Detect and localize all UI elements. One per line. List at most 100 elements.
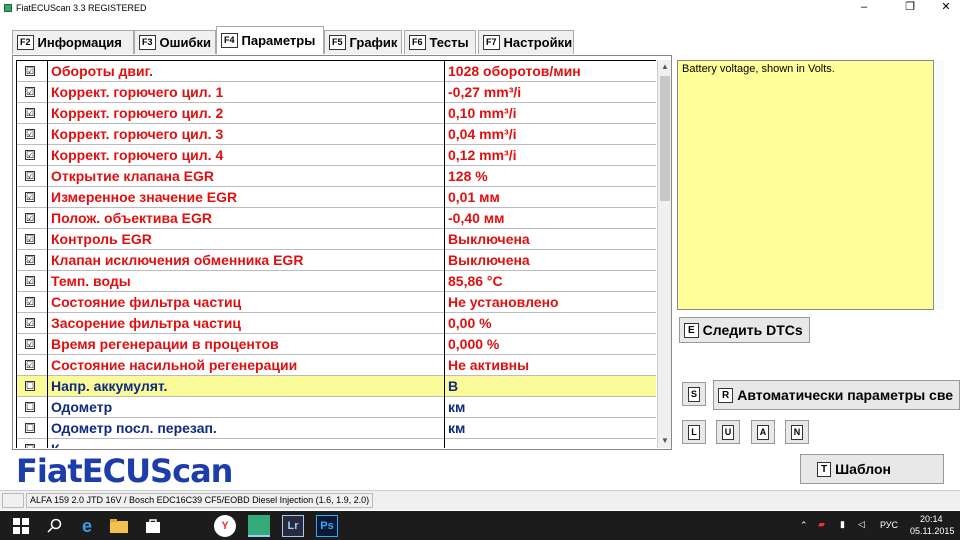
row-checkbox[interactable]: ☐ <box>25 381 35 391</box>
search-icon[interactable] <box>44 515 66 537</box>
tab-settings[interactable]: F7 Настройки <box>478 30 574 54</box>
store-icon[interactable] <box>142 515 164 537</box>
description-scrollbar[interactable] <box>934 60 944 310</box>
tray-chevron-icon[interactable]: ⌃ <box>800 520 808 531</box>
table-row[interactable]: ☑ Обороты двиг. 1028 оборотов/мин <box>17 61 656 82</box>
network-icon[interactable]: ▮ <box>840 519 845 530</box>
parameter-name: Одометр посл. перезап. <box>47 418 444 439</box>
scroll-thumb[interactable] <box>660 76 670 201</box>
fiatecuscan-icon[interactable] <box>248 515 270 537</box>
row-checkbox[interactable]: ☑ <box>25 192 35 202</box>
tab-label: Ошибки <box>159 35 211 50</box>
maximize-button[interactable]: ❐ <box>896 0 924 17</box>
parameter-value: 0,04 mm³/i <box>444 124 656 145</box>
tray-alert-icon[interactable]: ▰ <box>818 519 825 530</box>
row-checkbox[interactable]: ☑ <box>25 276 35 286</box>
s-button[interactable]: S <box>682 382 706 406</box>
language-indicator[interactable]: РУС <box>880 520 898 530</box>
windows-icon[interactable] <box>10 515 32 537</box>
row-checkbox[interactable]: ☑ <box>25 255 35 265</box>
row-checkbox[interactable]: ☑ <box>25 129 35 139</box>
row-checkbox[interactable]: ☑ <box>25 108 35 118</box>
row-checkbox[interactable]: ☑ <box>25 150 35 160</box>
button-key: A <box>756 424 770 440</box>
row-checkbox[interactable]: ☑ <box>25 87 35 97</box>
n-button[interactable]: N <box>785 420 809 444</box>
explorer-icon[interactable] <box>108 515 130 537</box>
row-checkbox[interactable]: ☐ <box>25 423 35 433</box>
table-row[interactable]: ☑ Контроль EGR Выключена <box>17 229 656 250</box>
clock-date[interactable]: 05.11.2015 <box>910 526 954 536</box>
lightroom-icon[interactable]: Lr <box>282 515 304 537</box>
a-button[interactable]: A <box>751 420 775 444</box>
template-button[interactable]: T Шаблон <box>800 454 944 484</box>
table-row[interactable]: ☐К <box>17 439 656 448</box>
button-key: S <box>687 386 700 402</box>
table-row[interactable]: ☑ Коррект. горючего цил. 3 0,04 mm³/i <box>17 124 656 145</box>
row-checkbox[interactable]: ☑ <box>25 234 35 244</box>
tab-info[interactable]: F2 Информация <box>12 30 134 54</box>
row-checkbox[interactable]: ☑ <box>25 297 35 307</box>
description-box: Battery voltage, shown in Volts. <box>677 60 934 310</box>
button-label: Автоматически параметры све <box>737 387 954 403</box>
table-row[interactable]: ☑ Клапан исключения обменника EGR Выключен… <box>17 250 656 271</box>
grid-scrollbar[interactable]: ▲ ▼ <box>657 60 671 448</box>
row-checkbox[interactable]: ☑ <box>25 213 35 223</box>
tab-parameters[interactable]: F4 Параметры <box>216 26 324 54</box>
photoshop-icon[interactable]: Ps <box>316 515 338 537</box>
parameter-value: 1028 оборотов/мин <box>444 61 656 82</box>
parameter-value: Не активны <box>444 355 656 376</box>
parameter-value: км <box>444 418 656 439</box>
table-row[interactable]: ☐ Одометр км <box>17 397 656 418</box>
parameter-name: Обороты двиг. <box>47 61 444 82</box>
table-row[interactable]: ☑ Состояние насильной регенерации Не актив… <box>17 355 656 376</box>
row-checkbox[interactable]: ☑ <box>25 318 35 328</box>
tab-errors[interactable]: F3 Ошибки <box>134 30 216 54</box>
clock-time[interactable]: 20:14 <box>920 514 943 524</box>
table-row[interactable]: ☑ Время регенерации в процентов 0,000 % <box>17 334 656 355</box>
parameter-name: Измеренное значение EGR <box>47 187 444 208</box>
tab-key: F6 <box>409 35 426 50</box>
minimize-button[interactable]: – <box>850 0 878 17</box>
parameter-name: Коррект. горючего цил. 1 <box>47 82 444 103</box>
row-checkbox[interactable]: ☑ <box>25 339 35 349</box>
parameter-name: Темп. воды <box>47 271 444 292</box>
scroll-down-icon[interactable]: ▼ <box>658 434 672 448</box>
table-row[interactable]: ☑ Состояние фильтра частиц Не установлено <box>17 292 656 313</box>
table-row[interactable]: ☑ Темп. воды 85,86 °C <box>17 271 656 292</box>
auto-params-button[interactable]: R Автоматически параметры све <box>713 380 960 410</box>
parameter-name: Состояние насильной регенерации <box>47 355 444 376</box>
row-checkbox[interactable]: ☐ <box>25 402 35 412</box>
close-button[interactable]: ✕ <box>932 0 960 17</box>
title-bar: FiatECUScan 3.3 REGISTERED – ❐ ✕ <box>0 0 960 17</box>
parameters-grid: ☑ Обороты двиг. 1028 оборотов/мин ☑ Коррект.… <box>16 60 656 448</box>
row-checkbox[interactable]: ☑ <box>25 360 35 370</box>
table-row[interactable]: ☐ Одометр посл. перезап. км <box>17 418 656 439</box>
yandex-icon[interactable]: Y <box>214 515 236 537</box>
row-checkbox[interactable]: ☑ <box>25 66 35 76</box>
parameter-name: Открытие клапана EGR <box>47 166 444 187</box>
row-checkbox[interactable]: ☐ <box>25 444 35 448</box>
table-row[interactable]: ☐ Напр. аккумулят. В <box>17 376 656 397</box>
parameter-value: 0,10 mm³/i <box>444 103 656 124</box>
tab-label: Параметры <box>241 33 316 48</box>
l-button[interactable]: L <box>682 420 706 444</box>
parameter-value: В <box>444 376 656 397</box>
tab-graph[interactable]: F5 График <box>324 30 402 54</box>
tab-tests[interactable]: F6 Тесты <box>404 30 476 54</box>
table-row[interactable]: ☑ Открытие клапана EGR 128 % <box>17 166 656 187</box>
parameter-value: -0,27 mm³/i <box>444 82 656 103</box>
table-row[interactable]: ☑ Полож. объектива EGR -0,40 мм <box>17 208 656 229</box>
scroll-up-icon[interactable]: ▲ <box>658 60 672 74</box>
u-button[interactable]: U <box>716 420 740 444</box>
watch-dtc-button[interactable]: E Следить DTCs <box>679 317 810 343</box>
row-checkbox[interactable]: ☑ <box>25 171 35 181</box>
parameter-name: Коррект. горючего цил. 3 <box>47 124 444 145</box>
table-row[interactable]: ☑ Измеренное значение EGR 0,01 мм <box>17 187 656 208</box>
edge-icon[interactable]: e <box>76 515 98 537</box>
table-row[interactable]: ☑ Засорение фильтра частиц 0,00 % <box>17 313 656 334</box>
volume-icon[interactable]: ◁ <box>858 519 865 530</box>
table-row[interactable]: ☑ Коррект. горючего цил. 1 -0,27 mm³/i <box>17 82 656 103</box>
table-row[interactable]: ☑ Коррект. горючего цил. 2 0,10 mm³/i <box>17 103 656 124</box>
table-row[interactable]: ☑ Коррект. горючего цил. 4 0,12 mm³/i <box>17 145 656 166</box>
